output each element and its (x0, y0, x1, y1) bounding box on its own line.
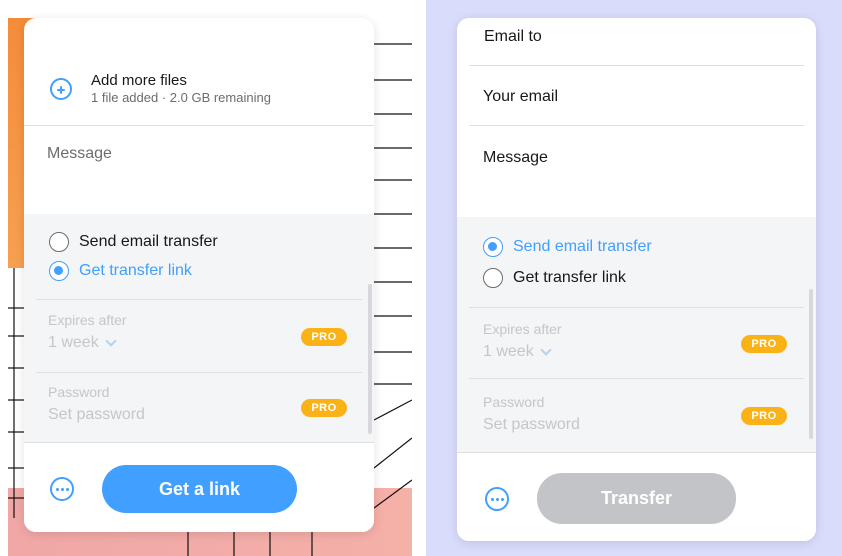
expires-select[interactable]: 1 week (483, 343, 552, 361)
add-more-files-button[interactable]: Add more files 1 file added · 2.0 GB rem… (50, 72, 271, 106)
radio-label: Get transfer link (79, 262, 192, 279)
message-field[interactable]: Message (47, 145, 112, 163)
transfer-card-link-mode: Add more files 1 file added · 2.0 GB rem… (24, 18, 374, 532)
pro-badge: PRO (741, 407, 787, 425)
password-label: Password (483, 394, 545, 410)
footer: Get a link (24, 443, 374, 532)
expires-value: 1 week (483, 343, 534, 360)
pro-badge: PRO (301, 328, 347, 346)
divider (469, 65, 804, 66)
expires-value: 1 week (48, 334, 99, 351)
your-email-field[interactable]: Your email (483, 88, 558, 106)
divider (469, 307, 804, 308)
add-files-status: 1 file added · 2.0 GB remaining (91, 90, 271, 105)
radio-label: Send email transfer (513, 238, 652, 255)
radio-get-transfer-link[interactable]: Get transfer link (483, 268, 626, 288)
password-label: Password (48, 384, 110, 400)
chevron-down-icon (540, 343, 552, 356)
transfer-card-email-mode: Email to Your email Message Send email t… (457, 18, 816, 541)
divider (469, 125, 804, 126)
pro-badge: PRO (741, 335, 787, 353)
expires-label: Expires after (48, 312, 127, 328)
transfer-button[interactable]: Transfer (537, 473, 736, 524)
radio-get-transfer-link[interactable]: Get transfer link (49, 261, 192, 281)
pro-badge: PRO (301, 399, 347, 417)
radio-unchecked-icon (49, 232, 69, 252)
divider (36, 299, 362, 300)
get-link-button[interactable]: Get a link (102, 465, 297, 513)
scrollbar[interactable] (809, 289, 813, 439)
divider (36, 372, 362, 373)
footer: Transfer (457, 453, 816, 541)
email-to-field[interactable]: Email to (484, 28, 542, 46)
add-files-title: Add more files (91, 72, 187, 89)
radio-send-email-transfer[interactable]: Send email transfer (49, 232, 218, 252)
plus-circle-icon (50, 78, 72, 100)
radio-label: Get transfer link (513, 269, 626, 286)
scrollbar[interactable] (368, 284, 372, 434)
more-options-icon[interactable] (50, 477, 74, 501)
radio-checked-icon (483, 237, 503, 257)
radio-checked-icon (49, 261, 69, 281)
radio-label: Send email transfer (79, 233, 218, 250)
expires-select[interactable]: 1 week (48, 334, 117, 352)
password-field[interactable]: Set password (48, 406, 145, 424)
radio-unchecked-icon (483, 268, 503, 288)
password-field[interactable]: Set password (483, 416, 580, 434)
divider (469, 378, 804, 379)
more-options-icon[interactable] (485, 487, 509, 511)
message-field[interactable]: Message (483, 149, 548, 167)
expires-label: Expires after (483, 321, 562, 337)
radio-send-email-transfer[interactable]: Send email transfer (483, 237, 652, 257)
divider (24, 125, 374, 126)
chevron-down-icon (105, 334, 117, 347)
